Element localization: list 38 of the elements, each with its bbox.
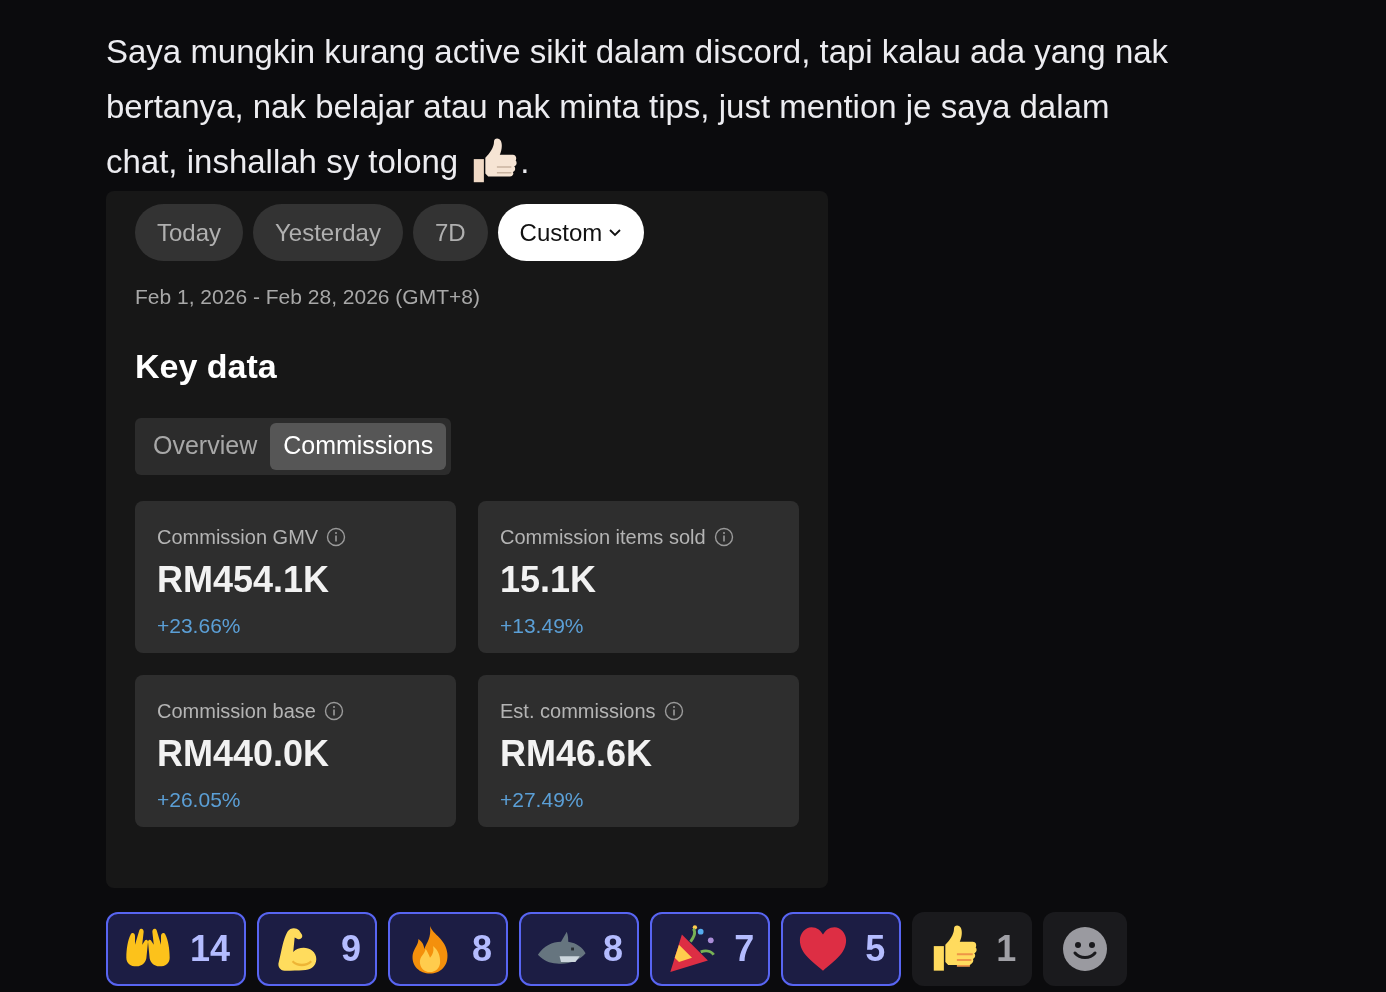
metric-change: +13.49% <box>500 612 584 639</box>
metric-value: 15.1K <box>500 557 597 602</box>
metric-label: Commission GMV <box>157 524 319 550</box>
reaction-button[interactable]: 5 <box>781 912 902 986</box>
chevron-down-icon <box>608 227 623 238</box>
message-line: Saya mungkin kurang active sikit dalam discord, tapi kalau ada yang nak <box>106 32 1169 72</box>
metric-value: RM454.1K <box>157 557 330 602</box>
tab[interactable]: Commissions <box>270 422 447 470</box>
metric-label: Commission items sold <box>500 524 706 550</box>
reaction-button[interactable]: 8 <box>388 912 509 986</box>
metric-label: Est. commissions <box>500 698 656 724</box>
metric-change: +23.66% <box>157 612 241 639</box>
range-chip[interactable]: Today <box>135 204 244 261</box>
reaction-button[interactable]: 9 <box>257 912 378 986</box>
metric-value: RM440.0K <box>157 731 330 776</box>
metric-value: RM46.6K <box>500 731 653 776</box>
section-heading: Key data <box>135 345 278 387</box>
info-icon[interactable] <box>713 526 734 547</box>
reaction-button[interactable]: 1 <box>912 912 1033 986</box>
metric-change: +26.05% <box>157 786 241 813</box>
message-line: bertanya, nak belajar atau nak minta tips, just mention je saya dalam <box>106 87 1110 127</box>
message-period: . <box>520 142 530 182</box>
info-icon[interactable] <box>663 700 684 721</box>
date-range: Feb 1, 2026 - Feb 28, 2026 (GMT+8) <box>135 284 481 310</box>
metric-label: Commission base <box>157 698 316 724</box>
info-icon[interactable] <box>326 526 347 547</box>
reaction-button[interactable]: 7 <box>650 912 771 986</box>
add-reaction-button[interactable] <box>1043 912 1128 986</box>
metric-change: +27.49% <box>500 786 584 813</box>
smiley-icon <box>1062 926 1109 972</box>
range-chip[interactable]: 7D <box>412 204 488 261</box>
reaction-button[interactable]: 14 <box>106 912 247 986</box>
info-icon[interactable] <box>323 700 344 721</box>
range-chip[interactable]: Custom <box>497 204 645 261</box>
range-chip[interactable]: Yesterday <box>253 204 403 261</box>
message-line: chat, inshallah sy tolong <box>106 142 459 182</box>
reaction-button[interactable]: 8 <box>519 912 640 986</box>
tab[interactable]: Overview <box>140 422 271 470</box>
